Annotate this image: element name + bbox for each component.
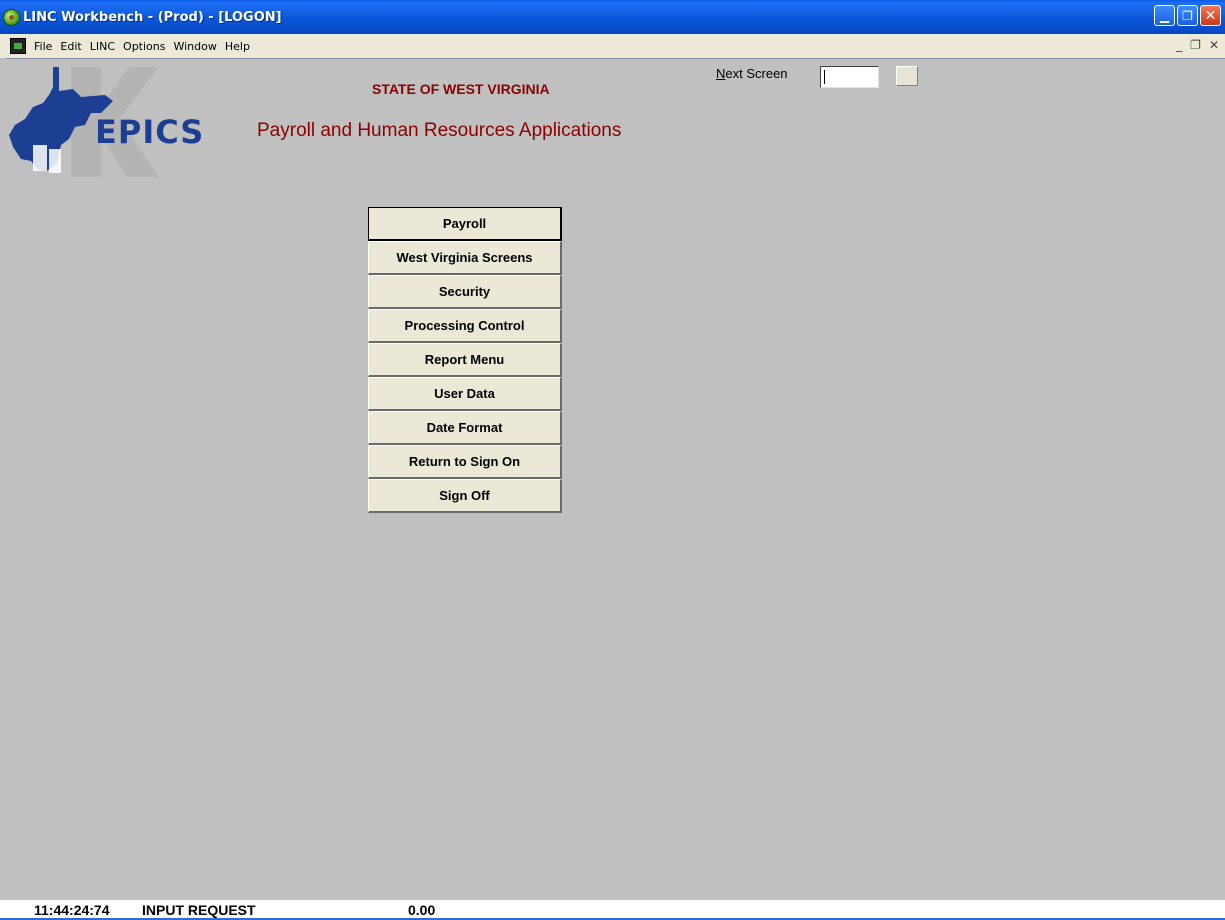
client-area: EPICS STATE OF WEST VIRGINIA Payroll and…: [6, 58, 1225, 900]
minimize-button[interactable]: ▁: [1154, 5, 1175, 26]
status-mode: INPUT REQUEST: [142, 902, 256, 918]
title-bar[interactable]: LINC Workbench - (Prod) - [LOGON] ▁ ❐ ✕: [0, 0, 1225, 34]
close-button[interactable]: ✕: [1200, 5, 1221, 26]
date-format-button[interactable]: Date Format: [368, 411, 562, 445]
menu-window[interactable]: Window: [169, 40, 220, 53]
status-bar: 11:44:24:74 INPUT REQUEST 0.00: [0, 900, 1225, 920]
menu-linc[interactable]: LINC: [86, 40, 119, 53]
payroll-button[interactable]: Payroll: [368, 207, 562, 241]
west-virginia-screens-button[interactable]: West Virginia Screens: [368, 241, 562, 275]
document-window-controls: _ ❐ ✕: [1176, 38, 1219, 52]
menu-file[interactable]: File: [30, 40, 56, 53]
state-heading: STATE OF WEST VIRGINIA: [372, 81, 550, 97]
doc-close-button[interactable]: ✕: [1209, 38, 1219, 52]
user-data-button[interactable]: User Data: [368, 377, 562, 411]
restore-button[interactable]: ❐: [1177, 5, 1198, 26]
main-menu: Payroll West Virginia Screens Security P…: [368, 207, 562, 513]
logo-text: EPICS: [95, 113, 204, 151]
processing-control-button[interactable]: Processing Control: [368, 309, 562, 343]
window-controls: ▁ ❐ ✕: [1154, 5, 1221, 26]
menu-help[interactable]: Help: [221, 40, 254, 53]
next-screen-label: Next Screen: [716, 66, 788, 81]
document-icon[interactable]: [10, 38, 26, 54]
doc-minimize-button[interactable]: _: [1176, 38, 1182, 52]
sign-off-button[interactable]: Sign Off: [368, 479, 562, 513]
next-screen-label-text: ext Screen: [725, 66, 788, 81]
report-menu-button[interactable]: Report Menu: [368, 343, 562, 377]
menu-edit[interactable]: Edit: [56, 40, 85, 53]
security-button[interactable]: Security: [368, 275, 562, 309]
next-screen-go-button[interactable]: [896, 66, 918, 86]
epics-logo: EPICS: [9, 67, 204, 177]
return-to-sign-on-button[interactable]: Return to Sign On: [368, 445, 562, 479]
window-title: LINC Workbench - (Prod) - [LOGON]: [23, 9, 282, 25]
status-value: 0.00: [408, 902, 436, 918]
app-icon[interactable]: [3, 8, 20, 26]
status-time: 11:44:24:74: [34, 902, 110, 918]
next-screen-input[interactable]: [820, 66, 879, 88]
menu-bar: File Edit LINC Options Window Help _ ❐ ✕: [0, 34, 1225, 58]
next-screen-accel: N: [716, 66, 726, 81]
menu-options[interactable]: Options: [119, 40, 169, 53]
application-title: Payroll and Human Resources Applications: [257, 120, 622, 141]
doc-restore-button[interactable]: ❐: [1190, 38, 1201, 52]
